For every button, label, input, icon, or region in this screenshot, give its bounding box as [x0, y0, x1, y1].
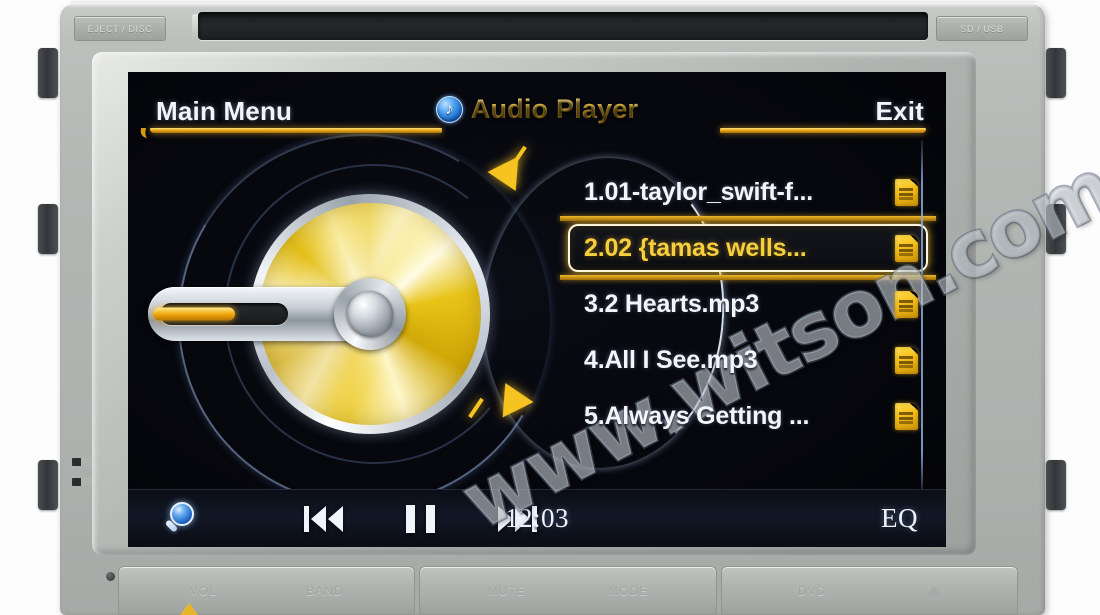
track-label: 2.02 {tamas wells...	[584, 233, 807, 262]
mp3-file-icon	[895, 402, 918, 430]
list-item[interactable]: 2.02 {tamas wells...	[560, 216, 936, 280]
hardware-button-label: VOL	[189, 583, 217, 598]
chassis-top-highlight	[62, 3, 1042, 8]
hardware-button-dvd-open[interactable]: DVD	[720, 566, 1018, 615]
eq-button[interactable]: EQ	[881, 503, 918, 534]
hardware-button-row: VOL BAND MUTE MODE DVD	[118, 566, 1018, 615]
track-label: 3.2 Hearts.mp3	[584, 289, 760, 318]
music-note-icon: ♪	[435, 96, 463, 123]
bezel-button-eject-label: EJECT / DISC	[87, 23, 153, 34]
clock-display: 12:03	[504, 503, 569, 533]
eject-triangle-icon	[926, 586, 941, 595]
hardware-button-mute-mode[interactable]: MUTE MODE	[419, 566, 717, 615]
header-rail-right	[720, 128, 926, 133]
amber-indicator-icon	[180, 603, 198, 615]
hardware-button-label: MUTE	[487, 583, 526, 598]
mount-tab-left-middle	[38, 204, 58, 254]
cd-disc-graphic	[148, 194, 490, 434]
chassis-connector-lower	[72, 478, 94, 486]
mount-tab-left-top	[38, 48, 58, 98]
mount-tab-right-middle	[1046, 204, 1066, 254]
playlist: 1.01-taylor_swift-f... 2.02 {tamas wells…	[560, 164, 936, 444]
exit-button[interactable]: Exit	[876, 96, 924, 127]
list-item[interactable]: 4.All I See.mp3	[568, 332, 928, 388]
mount-tab-left-bottom	[38, 460, 58, 510]
track-label: 4.All I See.mp3	[584, 345, 758, 374]
screen-header: Main Menu ♪ Audio Player Exit	[128, 72, 946, 138]
mp3-file-icon	[895, 290, 918, 318]
chassis-screw	[106, 572, 115, 581]
hardware-button-label: DVD	[797, 583, 827, 598]
disc-hub-inner	[347, 291, 393, 337]
content-right-divider	[921, 140, 923, 495]
hardware-button-vol-band[interactable]: VOL BAND	[118, 566, 416, 615]
list-item[interactable]: 5.Always Getting ...	[568, 388, 928, 444]
list-item[interactable]: 3.2 Hearts.mp3	[568, 276, 928, 332]
mp3-file-icon	[895, 346, 918, 374]
header-rail-left	[150, 128, 442, 133]
track-label: 1.01-taylor_swift-f...	[584, 177, 813, 206]
playback-control-bar: 12:03 EQ	[128, 489, 946, 547]
hardware-button-label: MODE	[608, 583, 649, 598]
page-title-text: Audio Player	[470, 94, 639, 124]
mount-tab-right-bottom	[1046, 460, 1066, 510]
list-item[interactable]: 1.01-taylor_swift-f...	[568, 164, 928, 220]
screenshot-root: EJECT / DISC SD / USB Main Menu ♪ Audio …	[0, 0, 1100, 615]
mp3-file-icon	[895, 178, 918, 206]
bezel-button-sd-usb-label: SD / USB	[960, 23, 1004, 34]
page-title: ♪ Audio Player	[128, 94, 946, 125]
cd-disc-slot[interactable]	[198, 12, 928, 40]
hardware-button-label: BAND	[306, 583, 344, 598]
mount-tab-right-top	[1046, 48, 1066, 98]
bezel-button-sd-usb[interactable]: SD / USB	[936, 16, 1028, 41]
mp3-file-icon	[895, 234, 918, 262]
tonearm-progress-indicator	[153, 307, 235, 321]
chassis-connector-upper	[72, 458, 94, 466]
lcd-screen: Main Menu ♪ Audio Player Exit 1.01-taylo…	[128, 72, 946, 547]
track-label: 5.Always Getting ...	[584, 401, 810, 430]
bezel-button-eject-disc[interactable]: EJECT / DISC	[74, 16, 166, 41]
